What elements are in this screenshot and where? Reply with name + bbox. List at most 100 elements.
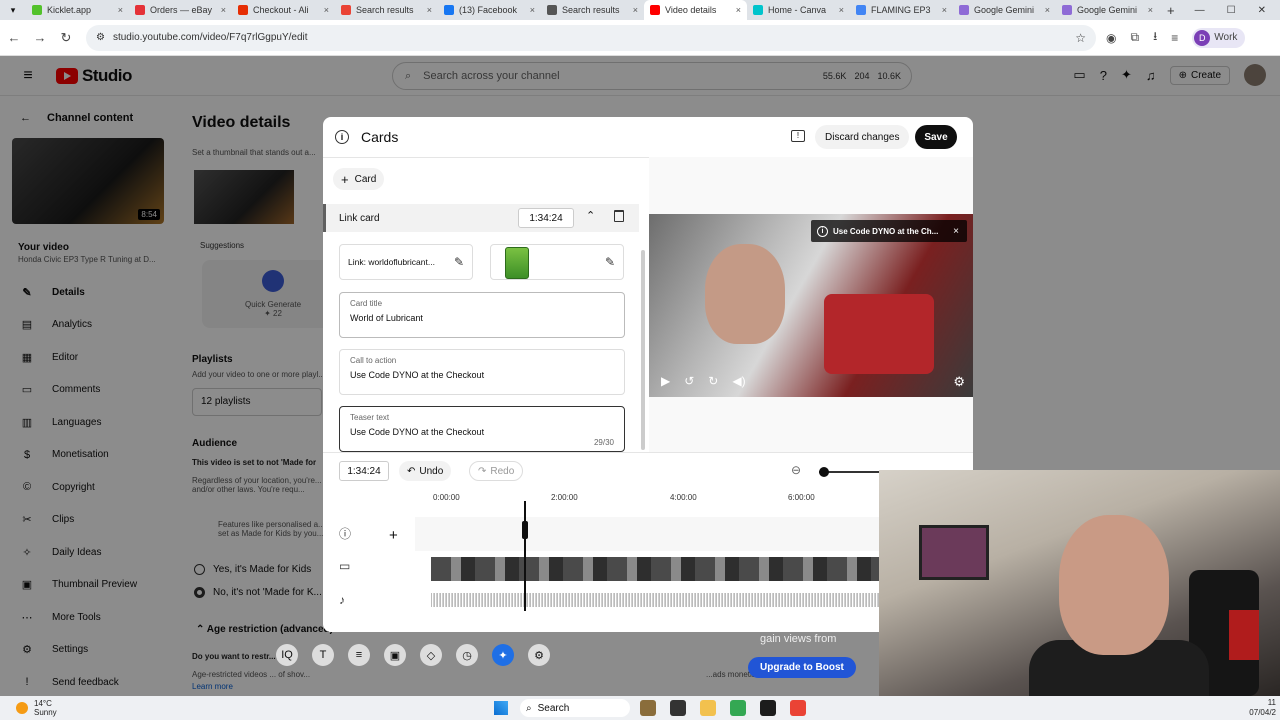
gear-icon[interactable]: ⚙ [528,644,550,666]
redo-button[interactable]: ↷ Redo [469,461,524,481]
link-card-row[interactable]: Link card 1:34:24 ⌃ [323,204,639,232]
site-info-icon[interactable]: ⚙ [96,32,105,43]
profile-button[interactable]: D Work [1192,27,1246,48]
url-field[interactable]: ⚙ studio.youtube.com/video/F7q7rlGgpuY/e… [86,24,1096,51]
file-explorer-icon[interactable] [700,700,716,716]
upgrade-to-boost-button[interactable]: Upgrade to Boost [748,657,856,678]
playhead[interactable] [522,501,528,611]
maximize-icon[interactable]: ☐ [1227,5,1236,16]
tab-close-icon[interactable]: × [839,5,844,15]
chrome-icon[interactable] [730,700,746,716]
weather-widget[interactable]: 14°C Sunny [16,699,57,717]
feedback-icon[interactable]: ! [791,130,805,142]
card-title-field[interactable]: Card title World of Lubricant [339,292,625,338]
browser-tab[interactable]: FLAMING EP3 × [850,0,953,20]
tab-search-menu[interactable]: ▾ [0,5,26,16]
link-selector[interactable]: Link: worldoflubricant... ✎ [339,244,473,280]
save-button[interactable]: Save [915,125,957,149]
taskbar-search[interactable]: ⌕ Search [520,699,630,717]
card-teaser-overlay[interactable]: i Use Code DYNO at the Ch... × [811,220,967,242]
download-icon[interactable]: ⭳ [1153,27,1157,48]
sun-icon [16,702,28,714]
tab-close-icon[interactable]: × [118,5,123,15]
rewind-10-icon[interactable]: ↺ [684,374,694,388]
browser-tab[interactable]: Google Gemini × [1056,0,1159,20]
puzzle-icon[interactable]: ⧉ [1130,30,1139,45]
close-teaser-icon[interactable]: × [953,226,959,237]
taskbar-search-label: Search [537,702,570,714]
tab-label: (13) Facebook [459,5,518,15]
tab-close-icon[interactable]: × [530,5,535,15]
iq-icon[interactable]: IQ [276,644,298,666]
play-icon[interactable]: ▶ [661,374,670,388]
undo-button[interactable]: ↶ Undo [399,461,452,481]
profile-avatar: D [1194,29,1211,46]
tag-icon[interactable]: ◇ [420,644,442,666]
info-icon[interactable]: i [335,130,349,144]
call-to-action-field[interactable]: Call to action Use Code DYNO at the Chec… [339,349,625,395]
browser-tab[interactable]: Google Gemini × [953,0,1056,20]
windows-start-icon[interactable] [494,701,508,715]
minimize-icon[interactable]: — [1195,5,1205,16]
browser-tab[interactable]: Video details × [644,0,747,20]
tab-label: Home - Canva [768,5,827,15]
tab-label: Google Gemini [1077,5,1138,15]
forward-10-icon[interactable]: ↻ [708,374,718,388]
system-clock[interactable]: 11 07/04/2 [1249,698,1276,718]
close-window-icon[interactable]: ✕ [1258,5,1266,16]
reading-list-icon[interactable]: ≡ [1171,31,1178,45]
browser-tab[interactable]: Checkout - Ali × [232,0,335,20]
undo-icon: ↶ [407,465,416,477]
add-card-at-time-icon[interactable]: + [389,527,398,544]
task-view-icon[interactable] [670,700,686,716]
card-image-selector[interactable]: ✎ [490,244,624,280]
discard-changes-button[interactable]: Discard changes [815,125,910,149]
app-icon[interactable] [760,700,776,716]
teaser-text-field[interactable]: Teaser text Use Code DYNO at the Checkou… [339,406,625,452]
chrome-profile-icon[interactable] [790,700,806,716]
clock-icon[interactable]: ◷ [456,644,478,666]
editor-scrollbar[interactable] [641,250,645,450]
image-icon[interactable]: ▣ [384,644,406,666]
browser-tab[interactable]: Search results × [541,0,644,20]
tab-close-icon[interactable]: × [324,5,329,15]
teaser-value: Use Code DYNO at the Checkout [350,427,485,437]
presenter-figure [705,244,785,344]
timeline-time-input[interactable]: 1:34:24 [339,461,389,481]
tab-close-icon[interactable]: × [942,5,947,15]
trash-icon[interactable] [614,210,624,222]
edit-link-icon[interactable]: ✎ [454,255,464,269]
add-card-button[interactable]: + Card [333,168,385,190]
browser-tab[interactable]: Home - Canva × [747,0,850,20]
card-time-input[interactable]: 1:34:24 [518,208,574,228]
extension-icon[interactable]: ◉ [1106,31,1116,45]
back-arrow-icon[interactable]: ← [2,30,26,45]
tab-close-icon[interactable]: × [736,5,741,15]
zoom-slider-knob[interactable] [819,467,829,477]
browser-tab[interactable]: Orders — eBay × [129,0,232,20]
text-icon[interactable]: T [312,644,334,666]
forward-arrow-icon[interactable]: → [28,30,52,45]
video-preview[interactable]: i Use Code DYNO at the Ch... × ▶ ↺ ↻ ◀) … [649,214,973,397]
zoom-out-icon[interactable]: ⊖ [791,463,801,477]
edit-image-icon[interactable]: ✎ [605,255,615,269]
collapse-chevron-icon[interactable]: ⌃ [586,209,595,222]
new-tab-button[interactable]: + [1159,3,1183,18]
browser-tab[interactable]: (13) Facebook × [438,0,541,20]
tab-close-icon[interactable]: × [1148,5,1153,15]
card-marker[interactable] [522,521,528,539]
volume-icon[interactable]: ◀) [732,374,745,388]
app-icon[interactable] [640,700,656,716]
magic-icon[interactable]: ✦ [492,644,514,666]
list-icon[interactable]: ≡ [348,644,370,666]
browser-tab[interactable]: Search results × [335,0,438,20]
player-settings-icon[interactable]: ⚙ [953,374,965,390]
tab-close-icon[interactable]: × [221,5,226,15]
tab-close-icon[interactable]: × [633,5,638,15]
zoom-slider[interactable] [819,467,879,477]
browser-tab[interactable]: Kicklet.app × [26,0,129,20]
reload-icon[interactable]: ↻ [54,30,78,46]
tab-close-icon[interactable]: × [427,5,432,15]
bookmark-star-icon[interactable]: ☆ [1075,31,1086,45]
tab-close-icon[interactable]: × [1045,5,1050,15]
